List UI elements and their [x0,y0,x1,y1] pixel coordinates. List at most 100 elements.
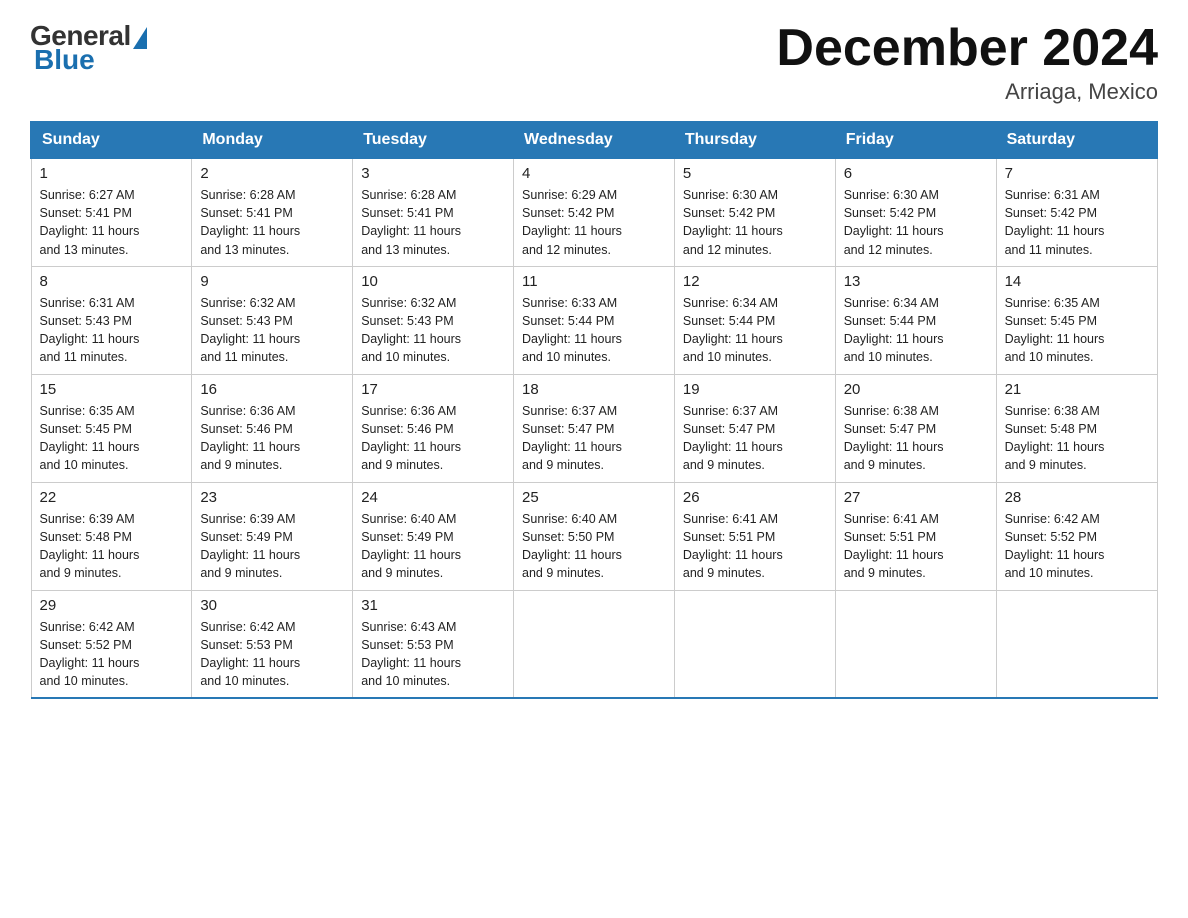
day-info: Sunrise: 6:42 AMSunset: 5:53 PMDaylight:… [200,620,300,688]
calendar-cell: 5 Sunrise: 6:30 AMSunset: 5:42 PMDayligh… [674,158,835,266]
calendar-cell: 22 Sunrise: 6:39 AMSunset: 5:48 PMDaylig… [31,482,192,590]
calendar-cell: 7 Sunrise: 6:31 AMSunset: 5:42 PMDayligh… [996,158,1157,266]
day-info: Sunrise: 6:35 AMSunset: 5:45 PMDaylight:… [40,404,140,472]
day-info: Sunrise: 6:41 AMSunset: 5:51 PMDaylight:… [844,512,944,580]
header-saturday: Saturday [996,122,1157,158]
day-number: 10 [361,273,505,290]
day-info: Sunrise: 6:30 AMSunset: 5:42 PMDaylight:… [683,188,783,256]
day-number: 29 [40,597,184,614]
calendar-week-row: 8 Sunrise: 6:31 AMSunset: 5:43 PMDayligh… [31,266,1157,374]
day-number: 8 [40,273,184,290]
day-info: Sunrise: 6:39 AMSunset: 5:48 PMDaylight:… [40,512,140,580]
calendar-cell: 13 Sunrise: 6:34 AMSunset: 5:44 PMDaylig… [835,266,996,374]
day-number: 1 [40,165,184,182]
day-info: Sunrise: 6:40 AMSunset: 5:49 PMDaylight:… [361,512,461,580]
day-number: 20 [844,381,988,398]
calendar-cell: 23 Sunrise: 6:39 AMSunset: 5:49 PMDaylig… [192,482,353,590]
day-info: Sunrise: 6:42 AMSunset: 5:52 PMDaylight:… [40,620,140,688]
calendar-cell: 28 Sunrise: 6:42 AMSunset: 5:52 PMDaylig… [996,482,1157,590]
logo-blue-text: Blue [34,44,95,76]
day-info: Sunrise: 6:30 AMSunset: 5:42 PMDaylight:… [844,188,944,256]
day-info: Sunrise: 6:28 AMSunset: 5:41 PMDaylight:… [361,188,461,256]
day-info: Sunrise: 6:37 AMSunset: 5:47 PMDaylight:… [683,404,783,472]
title-block: December 2024 Arriaga, Mexico [776,20,1158,105]
calendar-cell: 19 Sunrise: 6:37 AMSunset: 5:47 PMDaylig… [674,374,835,482]
calendar-cell: 31 Sunrise: 6:43 AMSunset: 5:53 PMDaylig… [353,590,514,698]
day-info: Sunrise: 6:36 AMSunset: 5:46 PMDaylight:… [200,404,300,472]
calendar-week-row: 15 Sunrise: 6:35 AMSunset: 5:45 PMDaylig… [31,374,1157,482]
calendar-cell: 18 Sunrise: 6:37 AMSunset: 5:47 PMDaylig… [514,374,675,482]
day-number: 24 [361,489,505,506]
day-info: Sunrise: 6:32 AMSunset: 5:43 PMDaylight:… [200,296,300,364]
location-text: Arriaga, Mexico [776,79,1158,105]
calendar-cell: 27 Sunrise: 6:41 AMSunset: 5:51 PMDaylig… [835,482,996,590]
day-number: 13 [844,273,988,290]
calendar-week-row: 22 Sunrise: 6:39 AMSunset: 5:48 PMDaylig… [31,482,1157,590]
day-info: Sunrise: 6:37 AMSunset: 5:47 PMDaylight:… [522,404,622,472]
day-info: Sunrise: 6:29 AMSunset: 5:42 PMDaylight:… [522,188,622,256]
day-info: Sunrise: 6:33 AMSunset: 5:44 PMDaylight:… [522,296,622,364]
calendar-cell: 16 Sunrise: 6:36 AMSunset: 5:46 PMDaylig… [192,374,353,482]
logo-triangle-icon [133,27,147,49]
day-number: 6 [844,165,988,182]
day-number: 19 [683,381,827,398]
calendar-cell: 17 Sunrise: 6:36 AMSunset: 5:46 PMDaylig… [353,374,514,482]
calendar-cell: 8 Sunrise: 6:31 AMSunset: 5:43 PMDayligh… [31,266,192,374]
calendar-cell: 10 Sunrise: 6:32 AMSunset: 5:43 PMDaylig… [353,266,514,374]
day-number: 11 [522,273,666,290]
day-number: 21 [1005,381,1149,398]
calendar-cell: 20 Sunrise: 6:38 AMSunset: 5:47 PMDaylig… [835,374,996,482]
calendar-cell [835,590,996,698]
calendar-cell: 11 Sunrise: 6:33 AMSunset: 5:44 PMDaylig… [514,266,675,374]
calendar-cell: 25 Sunrise: 6:40 AMSunset: 5:50 PMDaylig… [514,482,675,590]
day-number: 15 [40,381,184,398]
calendar-week-row: 1 Sunrise: 6:27 AMSunset: 5:41 PMDayligh… [31,158,1157,266]
calendar-cell: 21 Sunrise: 6:38 AMSunset: 5:48 PMDaylig… [996,374,1157,482]
calendar-cell: 9 Sunrise: 6:32 AMSunset: 5:43 PMDayligh… [192,266,353,374]
day-number: 5 [683,165,827,182]
day-info: Sunrise: 6:28 AMSunset: 5:41 PMDaylight:… [200,188,300,256]
header-wednesday: Wednesday [514,122,675,158]
calendar-cell: 29 Sunrise: 6:42 AMSunset: 5:52 PMDaylig… [31,590,192,698]
day-number: 4 [522,165,666,182]
calendar-cell: 2 Sunrise: 6:28 AMSunset: 5:41 PMDayligh… [192,158,353,266]
day-number: 23 [200,489,344,506]
day-info: Sunrise: 6:31 AMSunset: 5:43 PMDaylight:… [40,296,140,364]
day-info: Sunrise: 6:32 AMSunset: 5:43 PMDaylight:… [361,296,461,364]
day-number: 9 [200,273,344,290]
day-info: Sunrise: 6:39 AMSunset: 5:49 PMDaylight:… [200,512,300,580]
month-title: December 2024 [776,20,1158,77]
day-number: 22 [40,489,184,506]
weekday-header-row: Sunday Monday Tuesday Wednesday Thursday… [31,122,1157,158]
calendar-cell: 14 Sunrise: 6:35 AMSunset: 5:45 PMDaylig… [996,266,1157,374]
day-info: Sunrise: 6:42 AMSunset: 5:52 PMDaylight:… [1005,512,1105,580]
day-info: Sunrise: 6:34 AMSunset: 5:44 PMDaylight:… [683,296,783,364]
calendar-table: Sunday Monday Tuesday Wednesday Thursday… [30,121,1158,699]
day-info: Sunrise: 6:35 AMSunset: 5:45 PMDaylight:… [1005,296,1105,364]
day-number: 25 [522,489,666,506]
calendar-cell: 15 Sunrise: 6:35 AMSunset: 5:45 PMDaylig… [31,374,192,482]
calendar-cell: 30 Sunrise: 6:42 AMSunset: 5:53 PMDaylig… [192,590,353,698]
calendar-week-row: 29 Sunrise: 6:42 AMSunset: 5:52 PMDaylig… [31,590,1157,698]
calendar-cell: 3 Sunrise: 6:28 AMSunset: 5:41 PMDayligh… [353,158,514,266]
day-info: Sunrise: 6:38 AMSunset: 5:48 PMDaylight:… [1005,404,1105,472]
header-friday: Friday [835,122,996,158]
day-number: 17 [361,381,505,398]
calendar-cell: 4 Sunrise: 6:29 AMSunset: 5:42 PMDayligh… [514,158,675,266]
day-number: 12 [683,273,827,290]
day-number: 14 [1005,273,1149,290]
day-info: Sunrise: 6:38 AMSunset: 5:47 PMDaylight:… [844,404,944,472]
day-number: 26 [683,489,827,506]
day-info: Sunrise: 6:34 AMSunset: 5:44 PMDaylight:… [844,296,944,364]
day-number: 28 [1005,489,1149,506]
day-number: 3 [361,165,505,182]
day-number: 7 [1005,165,1149,182]
calendar-cell: 26 Sunrise: 6:41 AMSunset: 5:51 PMDaylig… [674,482,835,590]
day-info: Sunrise: 6:27 AMSunset: 5:41 PMDaylight:… [40,188,140,256]
calendar-cell: 12 Sunrise: 6:34 AMSunset: 5:44 PMDaylig… [674,266,835,374]
logo: General Blue [30,20,147,76]
day-info: Sunrise: 6:41 AMSunset: 5:51 PMDaylight:… [683,512,783,580]
day-number: 16 [200,381,344,398]
calendar-cell: 1 Sunrise: 6:27 AMSunset: 5:41 PMDayligh… [31,158,192,266]
calendar-cell [514,590,675,698]
